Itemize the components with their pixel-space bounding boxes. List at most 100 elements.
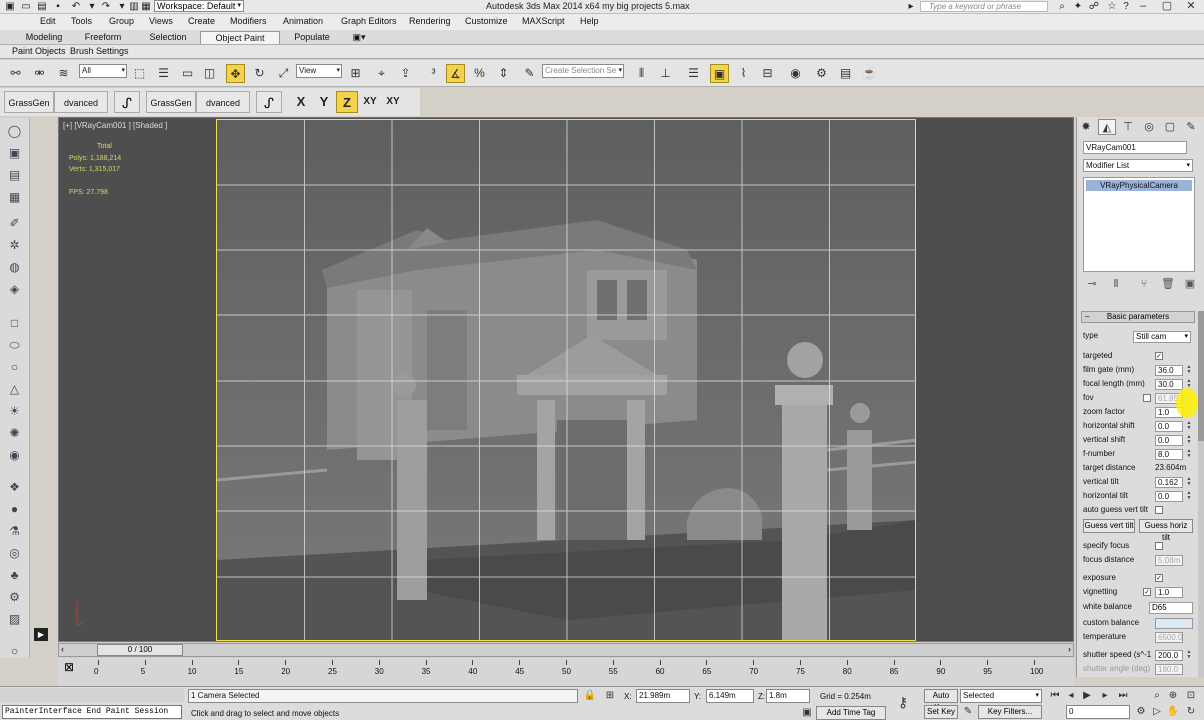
ball-icon[interactable]: ● bbox=[5, 500, 24, 519]
menu-maxscript[interactable]: MAXScript bbox=[522, 16, 565, 26]
film-gate-spinner[interactable]: ▲ ▼ bbox=[1186, 365, 1192, 376]
guess-vert-tilt-button[interactable]: Guess vert tilt bbox=[1083, 519, 1135, 533]
axis-x-button[interactable]: X bbox=[290, 91, 312, 113]
minimize-icon[interactable]: – bbox=[1134, 0, 1152, 13]
menu-group[interactable]: Group bbox=[109, 16, 134, 26]
sun-light-icon[interactable]: ✺ bbox=[5, 424, 24, 443]
select-and-link-icon[interactable]: ⚯ bbox=[6, 64, 25, 83]
select-and-move-icon[interactable]: ✥ bbox=[226, 64, 245, 83]
redo-dropdown-icon[interactable]: ▾ bbox=[116, 1, 128, 12]
sphere-primitive-icon[interactable]: ○ bbox=[5, 358, 24, 377]
display-panel-icon[interactable]: ▢ bbox=[1161, 119, 1179, 135]
auto-guess-checkbox[interactable] bbox=[1155, 506, 1163, 514]
tab-object-paint[interactable]: Object Paint bbox=[200, 31, 280, 44]
open-file-icon[interactable]: ▤ bbox=[36, 1, 48, 12]
maximize-icon[interactable]: ▢ bbox=[1158, 0, 1176, 13]
help-icon[interactable]: ? bbox=[1120, 1, 1132, 12]
selection-filter-dropdown[interactable]: All ▾ bbox=[79, 64, 127, 78]
menu-customize[interactable]: Customize bbox=[465, 16, 508, 26]
advanced-paint-button[interactable]: dvanced Paint bbox=[54, 91, 108, 130]
undo-dropdown-icon[interactable]: ▾ bbox=[86, 1, 98, 12]
command-panel-scrollbar[interactable] bbox=[1198, 311, 1204, 677]
reference-coordinate-dropdown[interactable]: View ▾ bbox=[296, 64, 342, 78]
go-to-end-icon[interactable]: ⏭ bbox=[1116, 689, 1130, 703]
align-icon[interactable]: ⊥ bbox=[656, 64, 675, 83]
key-filters-button[interactable]: Key Filters... bbox=[978, 705, 1042, 719]
specify-focus-checkbox[interactable] bbox=[1155, 542, 1163, 550]
cloth-icon[interactable]: ◈ bbox=[5, 280, 24, 299]
focus-distance-field[interactable]: 5.08m bbox=[1155, 555, 1183, 566]
tab-selection[interactable]: Selection bbox=[142, 31, 194, 44]
modifier-stack[interactable]: VRayPhysicalCamera bbox=[1083, 177, 1195, 272]
select-and-rotate-icon[interactable]: ↻ bbox=[250, 64, 269, 83]
create-panel-icon[interactable]: ✸ bbox=[1077, 119, 1095, 135]
temperature-field[interactable]: 6500.0 bbox=[1155, 632, 1183, 643]
layer-manager-icon[interactable]: ☰ bbox=[684, 64, 703, 83]
menu-animation[interactable]: Animation bbox=[283, 16, 323, 26]
keyboard-shortcut-override-icon[interactable]: ⇪ bbox=[396, 64, 415, 83]
subscription-icon[interactable]: ✦ bbox=[1072, 1, 1084, 12]
remove-modifier-icon[interactable]: 🗑 bbox=[1161, 277, 1175, 291]
unlink-selection-icon[interactable]: ⚮ bbox=[30, 64, 49, 83]
motion-panel-icon[interactable]: ◎ bbox=[1140, 119, 1158, 135]
named-selection-sets-dropdown[interactable]: Create Selection Se ▾ bbox=[542, 64, 624, 78]
hold-icon[interactable]: ▥ bbox=[128, 1, 140, 12]
hierarchy-panel-icon[interactable]: ⊤ bbox=[1119, 119, 1137, 135]
object-name-field[interactable]: VRayCam001 bbox=[1083, 141, 1187, 154]
render-production-icon[interactable]: ☕ bbox=[860, 64, 879, 83]
axis-xy-button[interactable]: XY bbox=[359, 91, 381, 113]
dynamics-icon[interactable]: ❖ bbox=[5, 478, 24, 497]
tab-populate[interactable]: Populate bbox=[288, 31, 336, 44]
axis-xy-cycle-button[interactable]: XY bbox=[382, 91, 404, 113]
exposure-checkbox[interactable]: ✓ bbox=[1155, 574, 1163, 582]
add-time-tag-button[interactable]: Add Time Tag bbox=[816, 706, 886, 720]
horizontal-shift-spinner[interactable]: ▲ ▼ bbox=[1186, 421, 1192, 432]
vertical-shift-field[interactable]: 0.0 bbox=[1155, 435, 1183, 446]
menu-create[interactable]: Create bbox=[188, 16, 215, 26]
angle-snap-icon[interactable]: ∡ bbox=[446, 64, 465, 83]
guess-horiz-tilt-button[interactable]: Guess horiz tilt bbox=[1139, 519, 1193, 542]
selection-set-dropdown[interactable]: Selected ▾ bbox=[960, 689, 1042, 703]
viewport[interactable]: [+] [VRayCam001 ] [Shaded ] Total Polys:… bbox=[58, 117, 1074, 642]
rectangular-selection-icon[interactable]: ▭ bbox=[178, 64, 197, 83]
previous-frame-icon[interactable]: ◂ bbox=[1064, 689, 1078, 703]
menu-edit[interactable]: Edit bbox=[40, 16, 56, 26]
set-key-mode-icon[interactable]: ⚷ bbox=[896, 695, 910, 709]
utilities-panel-icon[interactable]: ✎ bbox=[1182, 119, 1200, 135]
shutter-angle-field[interactable]: 180.0 bbox=[1155, 664, 1183, 675]
vignetting-field[interactable]: 1.0 bbox=[1155, 587, 1183, 598]
targeted-checkbox[interactable]: ✓ bbox=[1155, 352, 1163, 360]
vignetting-checkbox[interactable]: ✓ bbox=[1143, 588, 1151, 596]
paint-objects-panel[interactable]: Paint Objects bbox=[12, 46, 66, 56]
foliage-icon[interactable]: ♣ bbox=[5, 566, 24, 585]
rendered-frame-window-icon[interactable]: ▤ bbox=[836, 64, 855, 83]
film-gate-field[interactable]: 36.0 bbox=[1155, 365, 1183, 376]
configure-modifier-sets-icon[interactable]: ▣ bbox=[1183, 277, 1197, 291]
particle-icon[interactable]: ✲ bbox=[5, 236, 24, 255]
zoom-extents-icon[interactable]: ⊡ bbox=[1184, 689, 1198, 703]
cone-primitive-icon[interactable]: △ bbox=[5, 380, 24, 399]
lock-selection-icon[interactable]: 🔒 bbox=[583, 689, 597, 703]
y-coordinate-field[interactable]: 6.149m bbox=[706, 689, 754, 703]
new-file-icon[interactable]: ▭ bbox=[20, 1, 32, 12]
absolute-mode-icon[interactable]: ⊞ bbox=[603, 689, 617, 703]
custom-balance-swatch[interactable] bbox=[1155, 618, 1193, 629]
next-frame-icon[interactable]: › bbox=[1068, 644, 1071, 654]
layers-icon[interactable]: ▤ bbox=[5, 166, 24, 185]
time-slider-thumb[interactable]: 0 / 100 bbox=[97, 644, 183, 656]
viewport-frame-icon[interactable]: ▣ bbox=[5, 144, 24, 163]
time-slider[interactable]: 0 / 100 › ‹ bbox=[58, 643, 1074, 657]
brush-settings-panel[interactable]: Brush Settings bbox=[70, 46, 129, 56]
vertical-tilt-spinner[interactable]: ▲ ▼ bbox=[1186, 477, 1192, 488]
orbit-icon[interactable]: ◯ bbox=[5, 122, 24, 141]
communication-center-icon[interactable]: ☍ bbox=[1088, 1, 1100, 12]
horizontal-tilt-spinner[interactable]: ▲ ▼ bbox=[1186, 491, 1192, 502]
light-bulb-icon[interactable]: ☀ bbox=[5, 402, 24, 421]
graphite-toggle-icon[interactable]: ▣ bbox=[710, 64, 729, 83]
select-by-name-icon[interactable]: ☰ bbox=[154, 64, 173, 83]
menu-tools[interactable]: Tools bbox=[71, 16, 92, 26]
time-tag-icon[interactable]: ▣ bbox=[800, 706, 814, 720]
reset-icon[interactable]: ○ bbox=[5, 642, 24, 661]
ellipse-primitive-icon[interactable]: ⬭ bbox=[5, 336, 24, 355]
maxscript-listener[interactable]: PainterInterface End Paint Session bbox=[2, 705, 182, 719]
